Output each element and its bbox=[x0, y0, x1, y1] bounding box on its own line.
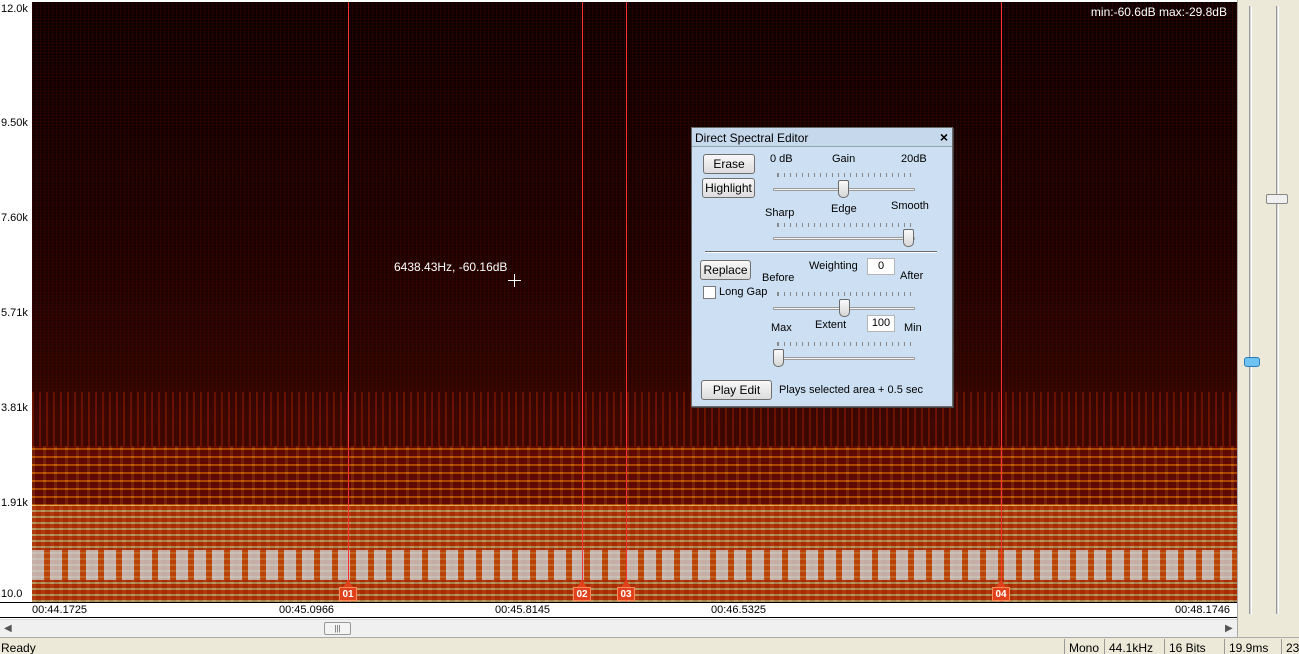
freq-label: 10.0 bbox=[1, 588, 23, 600]
status-duration: 19.9ms bbox=[1224, 639, 1272, 654]
weighting-label: Weighting bbox=[809, 260, 858, 272]
edge-slider-thumb[interactable] bbox=[903, 229, 914, 247]
play-edit-note: Plays selected area + 0.5 sec bbox=[779, 384, 923, 396]
weighting-before-label: Before bbox=[762, 272, 795, 284]
gain-max-label: 20dB bbox=[901, 153, 927, 165]
long-gap-checkbox[interactable] bbox=[703, 286, 716, 299]
spectral-editor-window: 12.0k 9.50k 7.60k 5.71k 3.81k 1.91k 10.0… bbox=[0, 0, 1299, 654]
edge-min-label: Sharp bbox=[765, 207, 795, 219]
spectrogram-mid-band bbox=[32, 392, 1237, 447]
time-label: 00:48.1746 bbox=[1175, 604, 1231, 616]
weighting-ticks bbox=[777, 292, 911, 296]
edge-max-label: Smooth bbox=[891, 200, 929, 212]
vertical-zoom-panel bbox=[1237, 0, 1299, 637]
status-bar: Ready Mono 44.1kHz 16 Bits 19.9ms 23 bbox=[0, 637, 1299, 654]
gain-ticks bbox=[777, 173, 911, 177]
freq-label: 9.50k bbox=[1, 117, 28, 129]
close-icon[interactable]: × bbox=[940, 129, 948, 145]
time-label: 00:44.1725 bbox=[32, 604, 88, 616]
freq-label: 5.71k bbox=[1, 307, 28, 319]
dialog-title-bar[interactable]: Direct Spectral Editor × bbox=[692, 128, 952, 147]
marker-flag-04[interactable]: 04 bbox=[992, 587, 1010, 601]
gain-slider-thumb[interactable] bbox=[838, 180, 849, 198]
extent-min-label: Min bbox=[904, 322, 922, 334]
dialog-separator bbox=[705, 251, 937, 253]
edge-label: Edge bbox=[831, 203, 857, 215]
level-range-readout: min:-60.6dB max:-29.8dB bbox=[1090, 5, 1227, 19]
gain-min-label: 0 dB bbox=[770, 153, 793, 165]
marker-line-04[interactable] bbox=[1001, 2, 1002, 602]
extent-slider-track[interactable] bbox=[773, 357, 915, 360]
marker-arrow-icon bbox=[577, 580, 587, 587]
marker-line-02[interactable] bbox=[582, 2, 583, 602]
weighting-slider-thumb[interactable] bbox=[839, 299, 850, 317]
freq-label: 12.0k bbox=[1, 3, 28, 15]
scroll-left-icon[interactable]: ◀ bbox=[4, 623, 12, 634]
status-channels: Mono bbox=[1064, 639, 1103, 654]
horizontal-scroll-thumb[interactable]: ||| bbox=[324, 622, 351, 635]
dialog-title: Direct Spectral Editor bbox=[695, 131, 809, 145]
vertical-zoom-track[interactable] bbox=[1276, 6, 1279, 614]
replace-button[interactable]: Replace bbox=[700, 260, 751, 280]
vertical-zoom-slider[interactable] bbox=[1266, 194, 1288, 204]
erase-button[interactable]: Erase bbox=[703, 154, 755, 174]
spectrogram-low-band bbox=[32, 446, 1237, 506]
status-bit-depth: 16 Bits bbox=[1164, 639, 1210, 654]
horizontal-scrollbar[interactable]: ◀ ||| ▶ bbox=[0, 619, 1237, 637]
direct-spectral-editor-dialog: Direct Spectral Editor × Erase Highlight… bbox=[691, 127, 953, 407]
time-label: 00:45.8145 bbox=[495, 604, 551, 616]
time-axis: 00:44.1725 00:45.0966 00:45.8145 00:46.5… bbox=[0, 602, 1237, 618]
extent-slider-thumb[interactable] bbox=[773, 349, 784, 367]
marker-arrow-icon bbox=[996, 580, 1006, 587]
extent-label: Extent bbox=[815, 319, 847, 331]
cursor-readout: 6438.43Hz, -60.16dB bbox=[394, 260, 508, 274]
time-label: 00:46.5325 bbox=[711, 604, 767, 616]
extent-ticks bbox=[777, 342, 911, 346]
vertical-position-track[interactable] bbox=[1249, 6, 1252, 614]
frequency-axis: 12.0k 9.50k 7.60k 5.71k 3.81k 1.91k 10.0 bbox=[0, 0, 32, 602]
time-label: 00:45.0966 bbox=[279, 604, 335, 616]
long-gap-label: Long Gap bbox=[719, 286, 768, 298]
freq-label: 7.60k bbox=[1, 212, 28, 224]
vertical-position-slider[interactable] bbox=[1244, 357, 1260, 367]
spectrogram-fundamental-band bbox=[32, 550, 1237, 580]
marker-flag-01[interactable]: 01 bbox=[339, 587, 357, 601]
weighting-after-label: After bbox=[900, 270, 924, 282]
marker-line-03[interactable] bbox=[626, 2, 627, 602]
highlight-button[interactable]: Highlight bbox=[702, 178, 755, 198]
status-sample-rate: 44.1kHz bbox=[1104, 639, 1157, 654]
weighting-field[interactable]: 0 bbox=[867, 258, 895, 275]
freq-label: 1.91k bbox=[1, 497, 28, 509]
freq-label: 3.81k bbox=[1, 402, 28, 414]
status-extra: 23 bbox=[1281, 639, 1299, 654]
marker-line-01[interactable] bbox=[348, 2, 349, 602]
extent-field[interactable]: 100 bbox=[867, 315, 895, 332]
edge-ticks bbox=[777, 223, 911, 227]
marker-arrow-icon bbox=[343, 580, 353, 587]
marker-flag-03[interactable]: 03 bbox=[617, 587, 635, 601]
status-text: Ready bbox=[1, 641, 36, 654]
marker-arrow-icon bbox=[621, 580, 631, 587]
scroll-right-icon[interactable]: ▶ bbox=[1225, 623, 1233, 634]
crosshair-cursor-icon bbox=[508, 274, 521, 287]
edge-slider-track[interactable] bbox=[773, 237, 915, 240]
play-edit-button[interactable]: Play Edit bbox=[701, 380, 772, 400]
gain-label: Gain bbox=[832, 153, 856, 165]
spectrogram-view[interactable]: 01 02 03 04 min:-60.6dB max:-29.8dB 6438… bbox=[32, 2, 1237, 602]
marker-flag-02[interactable]: 02 bbox=[573, 587, 591, 601]
extent-max-label: Max bbox=[771, 322, 792, 334]
